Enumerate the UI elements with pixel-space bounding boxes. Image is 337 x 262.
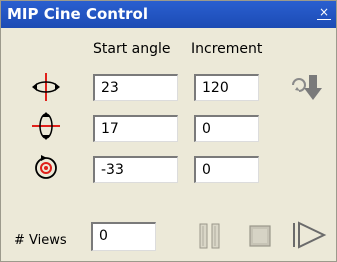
row2-increment-input[interactable]: 0 — [194, 115, 259, 142]
row1-increment-input[interactable]: 120 — [194, 74, 259, 101]
stop-icon[interactable] — [247, 223, 273, 253]
row3-increment-input[interactable]: 0 — [194, 156, 259, 183]
increment-header: Increment — [191, 41, 263, 57]
play-icon[interactable] — [291, 220, 327, 254]
views-input[interactable]: 0 — [91, 222, 156, 251]
start-angle-header: Start angle — [93, 41, 171, 57]
close-icon[interactable]: × — [317, 6, 331, 20]
apply-rotation-icon[interactable] — [289, 71, 329, 107]
row2-start-angle-input[interactable]: 17 — [93, 115, 178, 142]
row3-start-angle-input[interactable]: -33 — [93, 156, 178, 183]
rotate-horizontal-icon — [29, 71, 63, 103]
views-label: # Views — [14, 233, 67, 248]
title-bar: MIP Cine Control × — [1, 1, 336, 28]
rotate-vertical-icon — [29, 110, 63, 142]
window-title: MIP Cine Control — [7, 5, 148, 23]
pause-icon[interactable] — [197, 221, 223, 255]
mip-cine-control-window: MIP Cine Control × Start angle Increment… — [0, 0, 337, 262]
row1-start-angle-input[interactable]: 23 — [93, 74, 178, 101]
rotate-inplane-icon — [29, 151, 63, 183]
